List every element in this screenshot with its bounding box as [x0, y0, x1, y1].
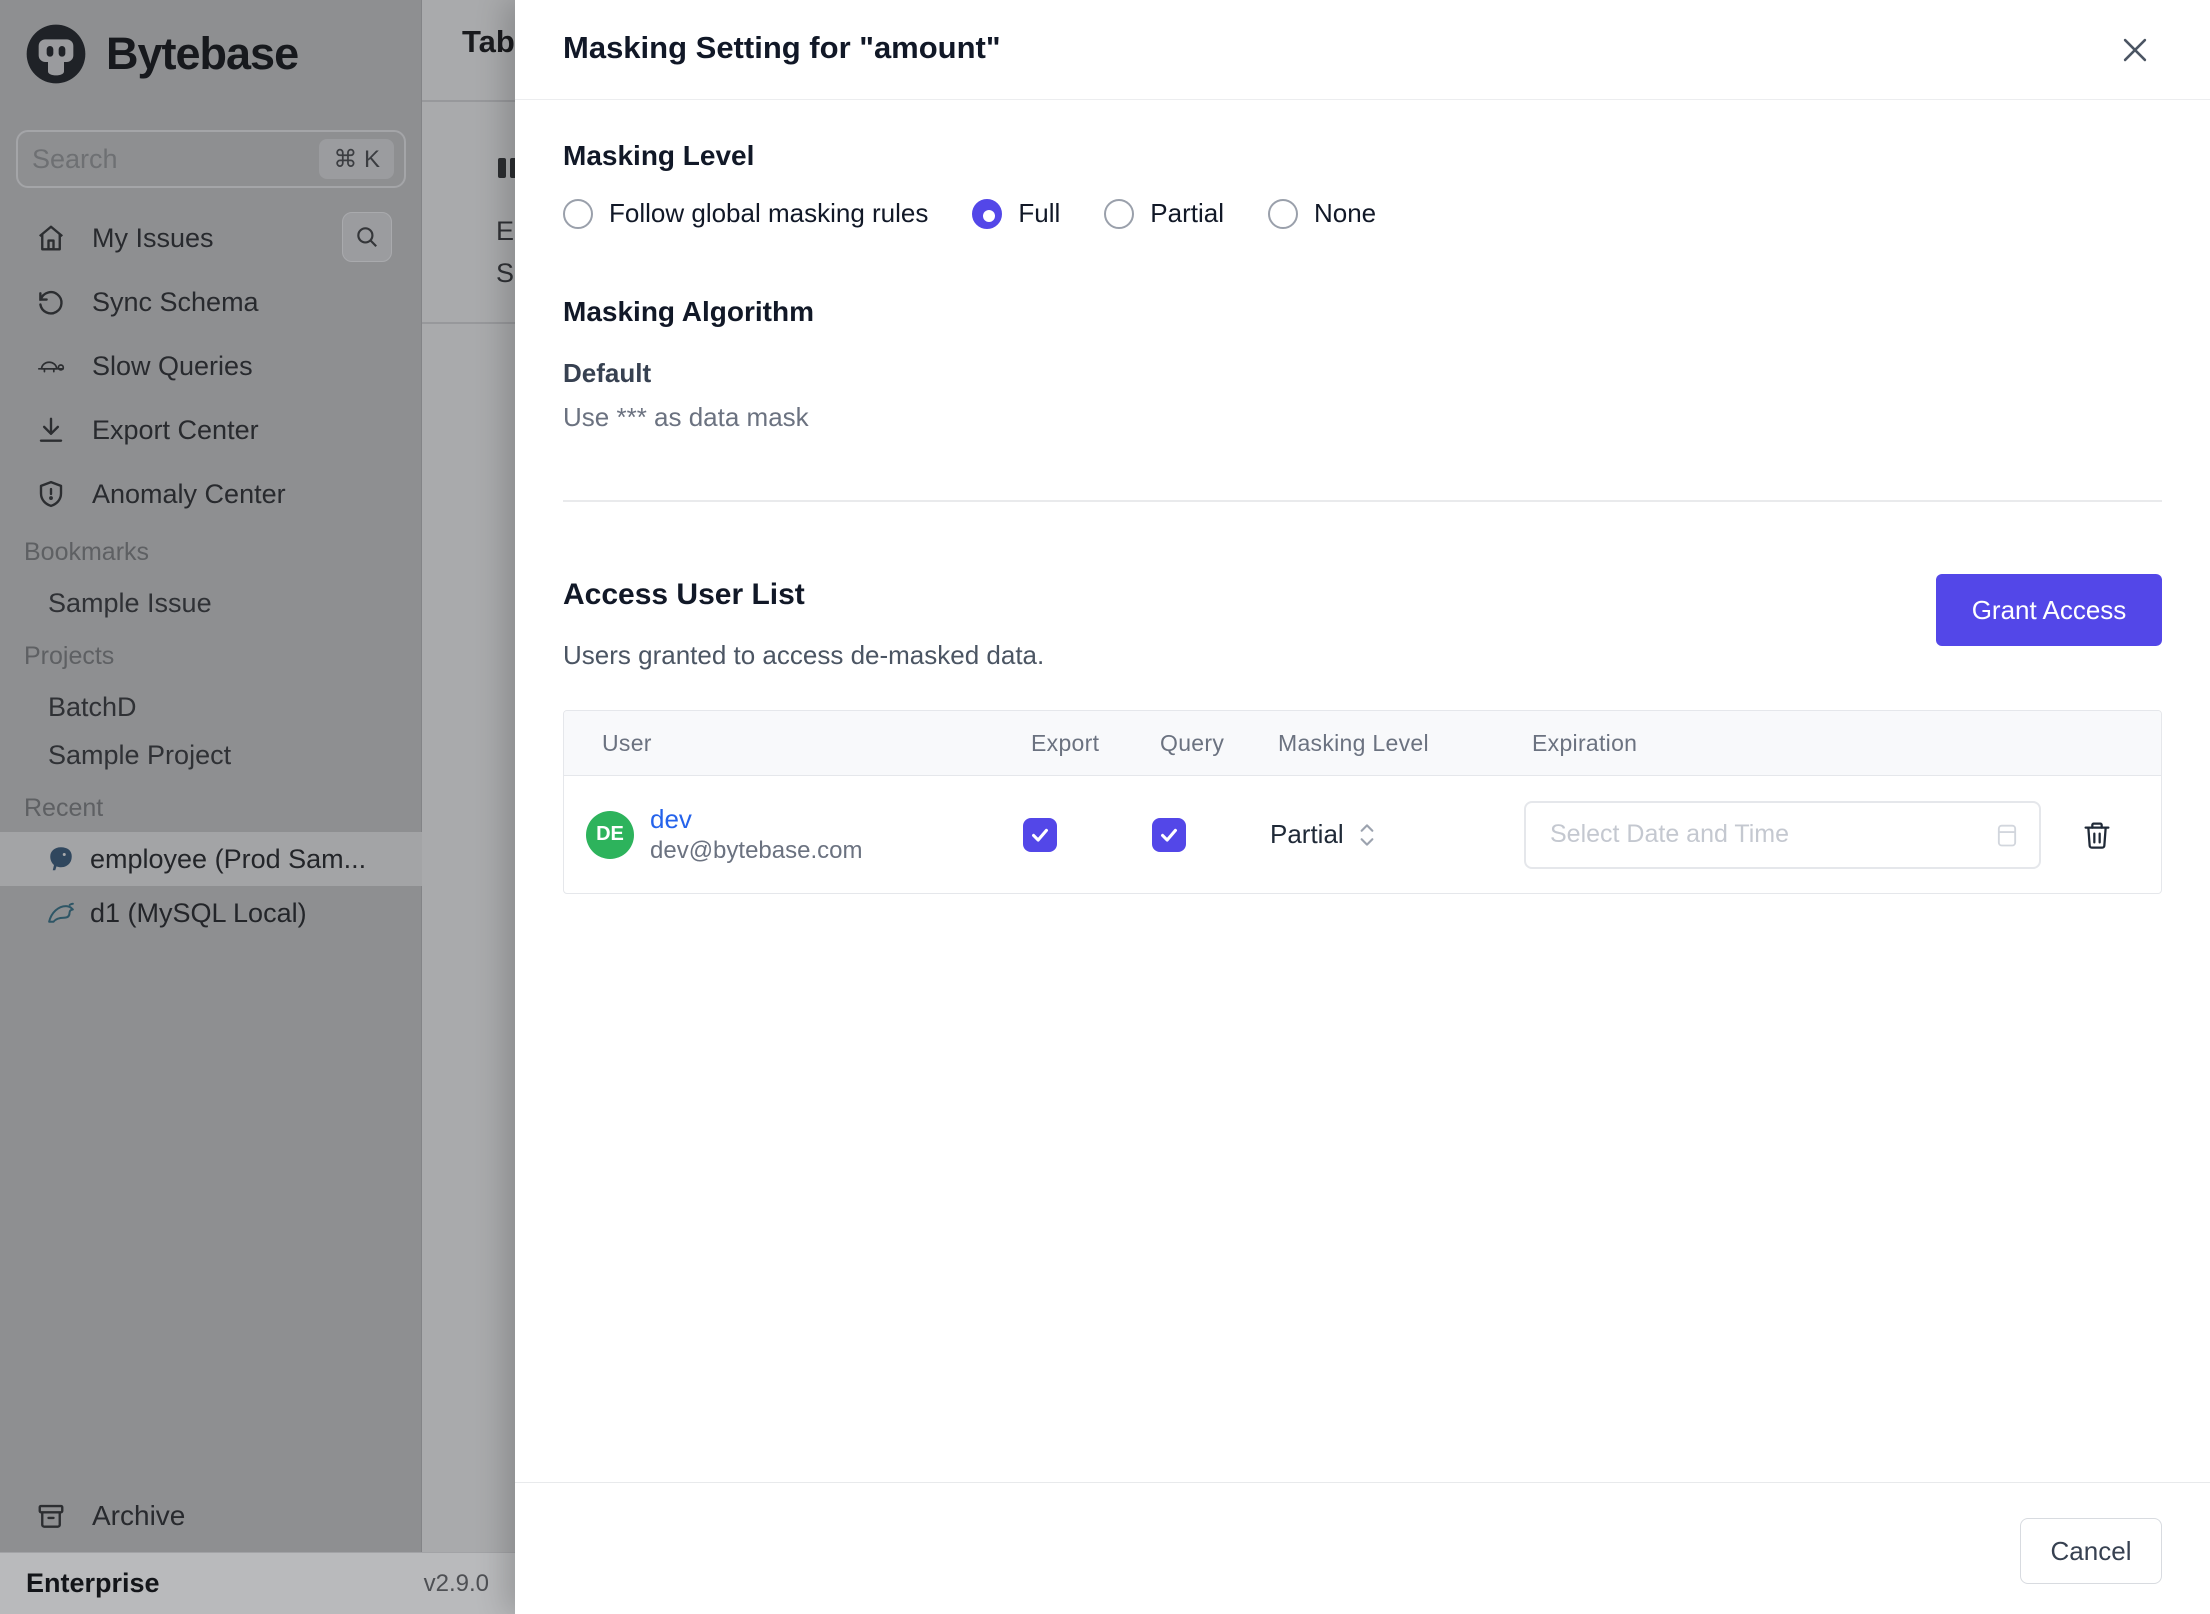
recent-item-label: d1 (MySQL Local)	[90, 897, 307, 928]
access-user-list-heading: Access User List	[563, 578, 805, 611]
date-input-field[interactable]	[1550, 820, 1993, 849]
bytebase-logo[interactable]: Bytebase	[24, 22, 299, 86]
sidebar-item-sample-project[interactable]: Sample Project	[48, 740, 231, 771]
sidebar-item-batchd[interactable]: BatchD	[48, 692, 137, 723]
recent-item-label: employee (Prod Sam...	[90, 843, 367, 874]
divider	[563, 500, 2162, 502]
sidebar-item-label: Anomaly Center	[92, 478, 286, 509]
close-icon[interactable]	[2113, 28, 2157, 72]
radio-none[interactable]: None	[1267, 198, 1376, 229]
sidebar-item-sample-issue[interactable]: Sample Issue	[48, 588, 212, 619]
radio-full[interactable]: Full	[972, 198, 1060, 229]
access-user-list-subtext: Users granted to access de-masked data.	[563, 640, 1045, 670]
trash-icon[interactable]	[2081, 819, 2113, 851]
sync-icon	[36, 287, 66, 317]
col-header-export: Export	[1031, 729, 1100, 756]
search-input[interactable]	[32, 143, 320, 175]
divider	[515, 1482, 2210, 1483]
search-icon	[354, 224, 380, 250]
sidebar-item-label: My Issues	[92, 222, 214, 253]
chevron-updown-icon	[1358, 820, 1376, 850]
algorithm-name: Default	[563, 358, 652, 388]
radio-circle[interactable]	[1104, 198, 1135, 229]
radio-circle[interactable]	[563, 198, 593, 229]
user-email: dev@bytebase.com	[650, 837, 863, 865]
sidebar-item-sync-schema[interactable]: Sync Schema	[0, 276, 422, 328]
masking-algorithm-heading: Masking Algorithm	[563, 296, 814, 327]
col-header-expiration: Expiration	[1532, 729, 1638, 756]
recent-item-d1[interactable]: d1 (MySQL Local)	[0, 886, 422, 940]
sidebar-item-anomaly-center[interactable]: Anomaly Center	[0, 468, 422, 520]
radio-circle-selected[interactable]	[972, 198, 1003, 229]
sidebar-search[interactable]: ⌘ K	[16, 130, 406, 188]
background-text-line: E	[496, 216, 515, 246]
section-header-bookmarks: Bookmarks	[24, 538, 150, 566]
shield-icon	[36, 479, 66, 509]
user-name-link[interactable]: dev	[650, 803, 862, 836]
col-header-user: User	[602, 729, 652, 756]
table-row: DE dev dev@bytebase.com Partial Select D…	[564, 776, 2161, 893]
recent-item-employee[interactable]: employee (Prod Sam...	[0, 832, 422, 886]
algorithm-description: Use *** as data mask	[563, 402, 809, 432]
user-cell: DE dev dev@bytebase.com	[586, 803, 1023, 867]
divider	[422, 322, 515, 324]
cancel-button[interactable]: Cancel	[2020, 1518, 2162, 1584]
divider	[422, 100, 515, 102]
download-icon	[36, 415, 66, 445]
masking-level-heading: Masking Level	[563, 140, 755, 171]
background-page-title: Tab	[462, 24, 515, 59]
export-cell	[1023, 817, 1152, 852]
grant-access-button[interactable]: Grant Access	[1936, 574, 2162, 646]
app-root: Bytebase ⌘ K My Issues Sync Schema	[0, 0, 2210, 1614]
bytebase-mascot-icon	[24, 22, 88, 86]
turtle-icon	[36, 351, 66, 381]
drawer-title: Masking Setting for "amount"	[563, 30, 1001, 65]
drawer-header: Masking Setting for "amount"	[515, 0, 2210, 100]
version-label: v2.9.0	[423, 1569, 489, 1597]
sidebar-item-label: Slow Queries	[92, 350, 253, 381]
postgres-icon	[46, 844, 76, 874]
access-user-table: User Export Query Masking Level Expirati…	[563, 710, 2162, 894]
query-cell	[1152, 817, 1270, 852]
masking-level-select[interactable]: Partial	[1270, 819, 1524, 850]
export-checkbox[interactable]	[1023, 817, 1057, 852]
sidebar-item-export-center[interactable]: Export Center	[0, 404, 422, 456]
query-checkbox[interactable]	[1152, 817, 1186, 852]
section-header-projects: Projects	[24, 642, 115, 670]
home-icon	[36, 223, 66, 253]
archive-icon	[36, 1501, 66, 1531]
sidebar-item-slow-queries[interactable]: Slow Queries	[0, 340, 422, 392]
col-header-query: Query	[1160, 729, 1225, 756]
expiration-cell	[1524, 800, 2139, 869]
sidebar-item-label: Export Center	[92, 414, 259, 445]
calendar-icon	[1993, 821, 2021, 849]
section-header-recent: Recent	[24, 794, 104, 822]
background-text-line: S	[496, 258, 515, 288]
logo-text: Bytebase	[106, 28, 299, 79]
radio-partial[interactable]: Partial	[1104, 198, 1224, 229]
columns-icon	[498, 158, 515, 178]
background-page-strip: Tab E S	[422, 0, 515, 1552]
table-header-row: User Export Query Masking Level Expirati…	[564, 711, 2161, 776]
sidebar-item-label: Archive	[92, 1500, 186, 1531]
search-shortcut-badge: ⌘ K	[319, 139, 394, 179]
sidebar-item-label: Sync Schema	[92, 286, 259, 317]
check-icon	[1029, 824, 1051, 846]
col-header-masking-level: Masking Level	[1278, 729, 1429, 756]
expiration-date-input[interactable]	[1524, 800, 2041, 869]
mysql-icon	[46, 898, 76, 928]
masking-setting-drawer: Masking Setting for "amount" Masking Lev…	[515, 0, 2210, 1614]
plan-label: Enterprise	[26, 1568, 160, 1598]
radio-circle[interactable]	[1267, 198, 1298, 229]
masking-level-radio-group: Follow global masking rules Full Partial…	[563, 198, 1376, 229]
avatar: DE	[586, 810, 634, 859]
check-icon	[1158, 824, 1180, 846]
plan-footer-bar: Enterprise v2.9.0	[0, 1552, 515, 1614]
sidebar: Bytebase ⌘ K My Issues Sync Schema	[0, 0, 422, 1552]
radio-follow-global[interactable]: Follow global masking rules	[563, 198, 928, 229]
issue-search-button[interactable]	[342, 212, 392, 262]
sidebar-item-archive[interactable]: Archive	[0, 1490, 422, 1542]
